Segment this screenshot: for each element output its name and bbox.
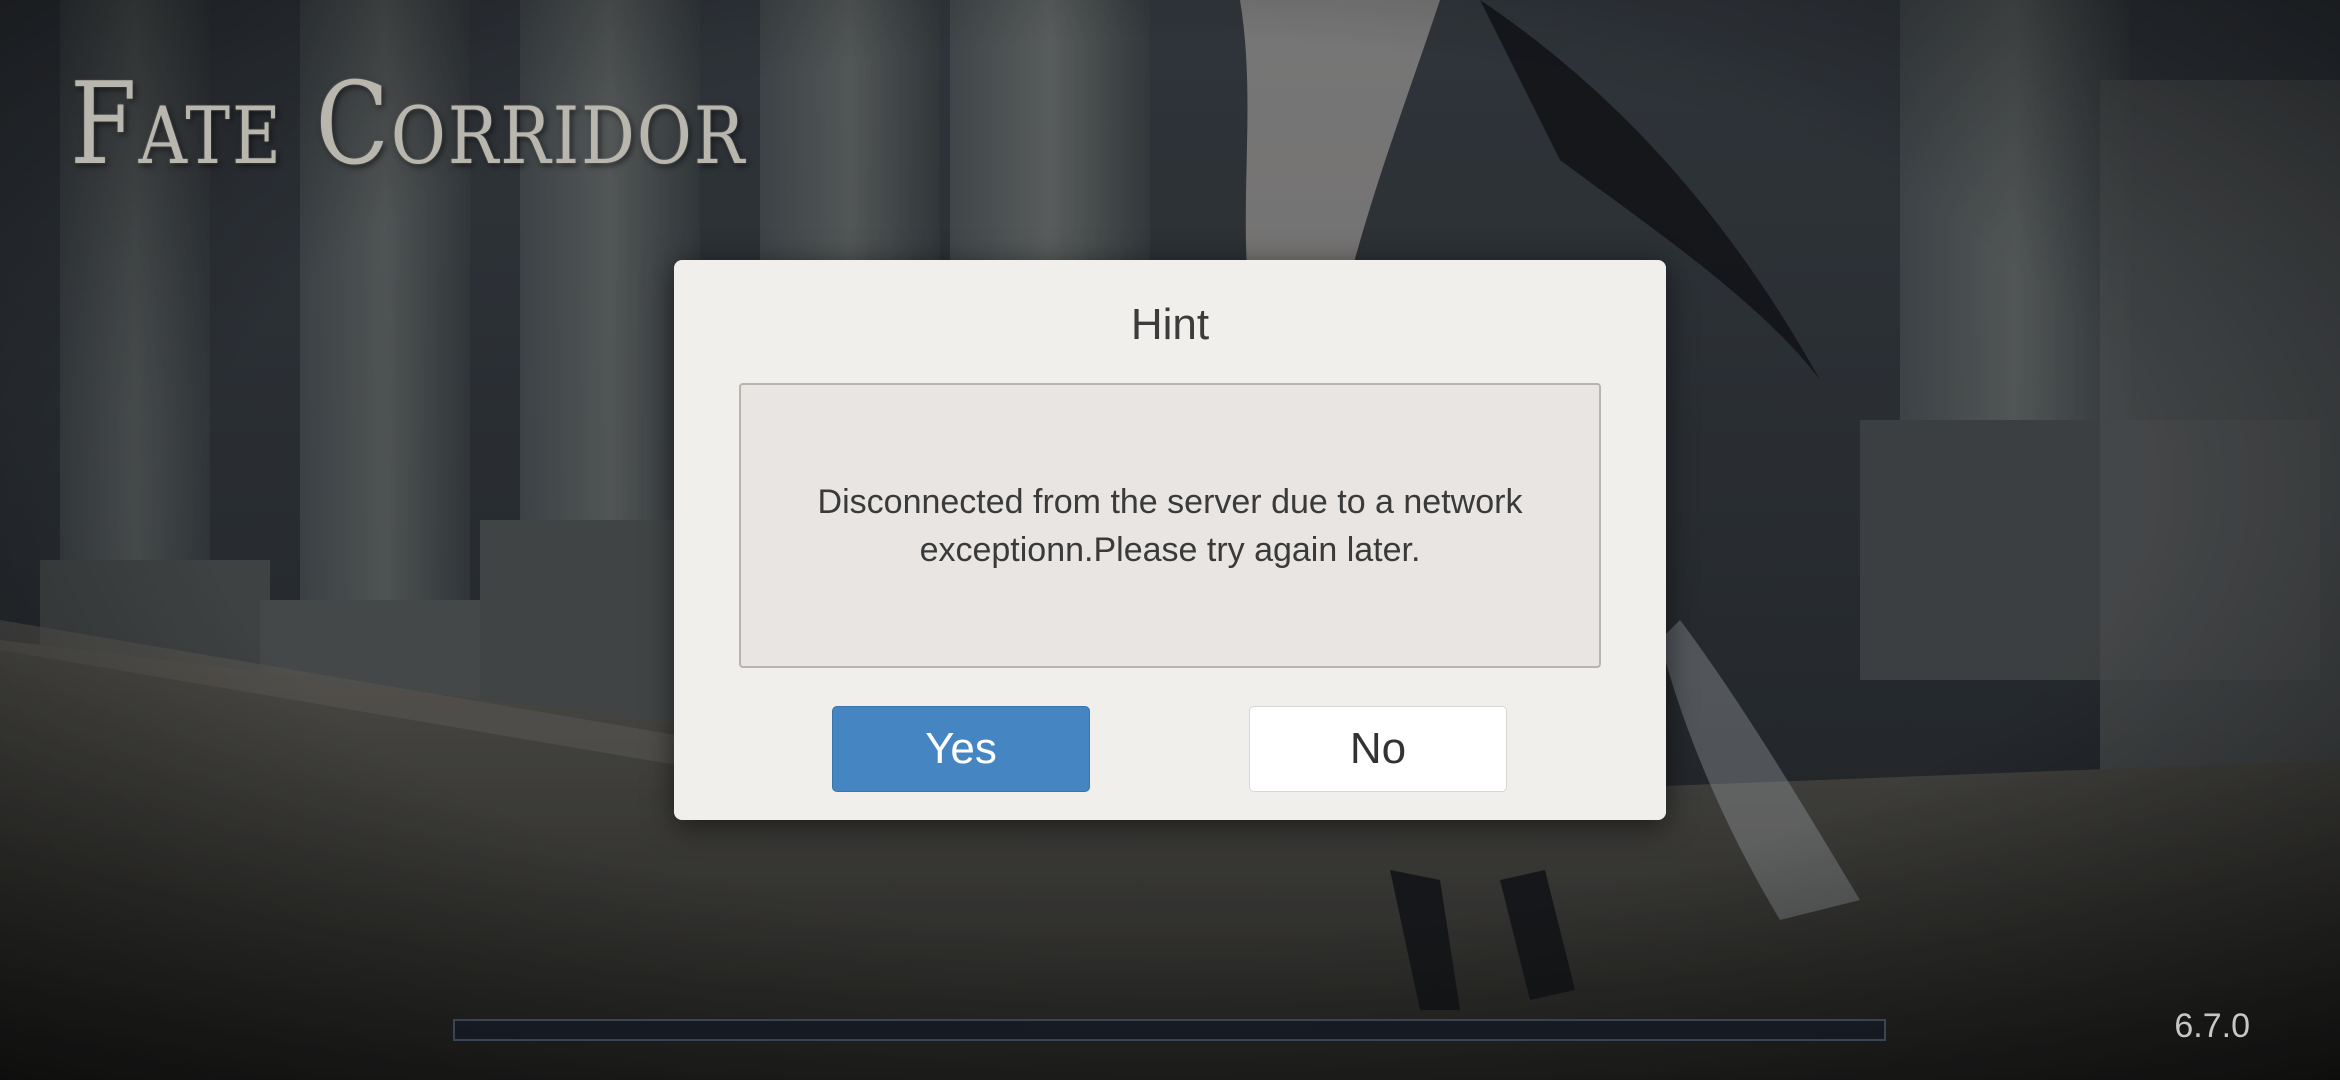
dialog-message: Disconnected from the server due to a ne…	[817, 482, 1523, 569]
no-button[interactable]: No	[1249, 706, 1507, 792]
dialog-title: Hint	[1130, 300, 1210, 349]
game-screen: Fate Corridor 6.7.0 Hint Disconnected fr…	[0, 0, 2340, 1080]
game-title-logo: Fate Corridor	[70, 58, 747, 191]
message-box: Disconnected from the server due to a ne…	[739, 383, 1601, 668]
yes-button[interactable]: Yes	[832, 706, 1090, 792]
version-label: 6.7.0	[2174, 1007, 2250, 1045]
hint-dialog: Hint Disconnected from the server due to…	[674, 260, 1666, 820]
loading-progress-bar	[453, 1019, 1886, 1041]
